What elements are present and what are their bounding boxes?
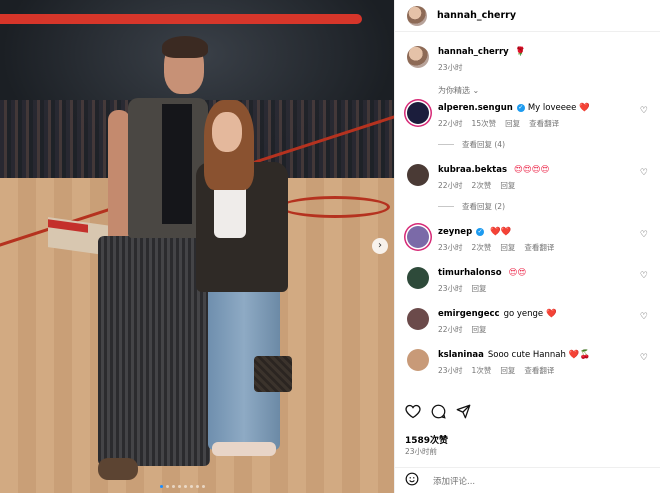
avatar[interactable] [407, 5, 427, 26]
post-header: hannah_cherry [395, 0, 660, 32]
comment-username[interactable]: timurhalonso [438, 268, 502, 278]
avatar[interactable] [407, 349, 429, 371]
post-image[interactable]: › [0, 0, 394, 493]
comment-time: 23小时 [438, 243, 463, 252]
comment-composer: 添加评论... [395, 467, 660, 493]
comment-like-heart-icon[interactable]: ♡ [640, 312, 648, 322]
comment-item: emirgengecc go yenge ❤️ 22小时 回复 ♡ [407, 308, 648, 335]
view-replies-button[interactable]: 查看回复 (2) [438, 201, 648, 212]
carousel-dot[interactable] [184, 485, 187, 488]
comment-emoji: 😍😍😍😍 [514, 165, 550, 175]
comment-translate[interactable]: 查看翻译 [529, 118, 559, 129]
verified-badge-icon: ✓ [516, 104, 525, 112]
carousel-dot[interactable] [190, 485, 193, 488]
comment-emoji: 😍😍 [508, 268, 527, 278]
comment-container: alperen.sengun ✓ My loveeee ❤️ 22小时 15次赞 回复 查看翻… [407, 102, 648, 376]
comment-text: Sooo cute Hannah [487, 350, 566, 360]
comment-like-heart-icon[interactable]: ♡ [640, 168, 648, 178]
emoji-icon[interactable] [405, 472, 423, 490]
avatar[interactable] [407, 46, 429, 68]
carousel-dot[interactable] [160, 485, 163, 488]
carousel-dot[interactable] [202, 485, 205, 488]
view-replies-label: 查看回复 (2) [462, 202, 506, 211]
comment-reply[interactable]: 回复 [500, 365, 515, 376]
action-bar [405, 404, 471, 423]
comment-username[interactable]: kubraa.bektas [438, 165, 507, 175]
comment-text: My loveeee [527, 103, 577, 113]
comment-likes[interactable]: 2次赞 [472, 180, 492, 191]
comment-text: go yenge [503, 309, 544, 319]
carousel-dot[interactable] [172, 485, 175, 488]
comment-translate[interactable]: 查看翻译 [524, 365, 554, 376]
caption-emoji: 🌹 [515, 47, 527, 57]
comment-username[interactable]: alperen.sengun [438, 103, 513, 113]
avatar[interactable] [407, 164, 429, 186]
caption-time: 23小时 [438, 63, 463, 72]
carousel-dot[interactable] [166, 485, 169, 488]
comment-time: 22小时 [438, 181, 463, 190]
heart-icon[interactable] [405, 404, 421, 423]
carousel-dot[interactable] [196, 485, 199, 488]
comment-emoji: ❤️ [546, 309, 557, 319]
sort-selector[interactable]: 为你精选 ⌄ [438, 85, 648, 96]
post-side-panel: hannah_cherry hannah_cherry 🌹 23小时 为你精选 … [394, 0, 660, 493]
comment-username[interactable]: emirgengecc [438, 309, 500, 319]
header-username[interactable]: hannah_cherry [437, 10, 516, 21]
avatar[interactable] [407, 226, 429, 248]
comment-emoji: ❤️ [579, 103, 590, 113]
comment-time: 23小时 [438, 284, 463, 293]
comment-like-heart-icon[interactable]: ♡ [640, 106, 648, 116]
court-logo [280, 196, 390, 218]
verified-badge-icon: ✓ [476, 228, 485, 236]
comment-like-heart-icon[interactable]: ♡ [640, 230, 648, 240]
avatar[interactable] [407, 102, 429, 124]
person-woman [196, 100, 292, 460]
comment-reply[interactable]: 回复 [505, 118, 520, 129]
comment-emoji: ❤️❤️ [490, 227, 512, 237]
chevron-down-icon: ⌄ [472, 86, 480, 95]
comment-likes[interactable]: 2次赞 [472, 242, 492, 253]
avatar[interactable] [407, 267, 429, 289]
comment-username[interactable]: zeynep [438, 227, 472, 237]
like-count[interactable]: 1589次赞 [405, 433, 448, 446]
comment-item: timurhalonso 😍😍 23小时 回复 ♡ [407, 267, 648, 294]
comment-item: kubraa.bektas 😍😍😍😍 22小时 2次赞 回复 ♡ 查看回复 (2) [407, 164, 648, 212]
comment-time: 22小时 [438, 119, 463, 128]
comment-like-heart-icon[interactable]: ♡ [640, 353, 648, 363]
avatar[interactable] [407, 308, 429, 330]
view-replies-label: 查看回复 (4) [462, 140, 506, 149]
share-icon[interactable] [456, 404, 471, 423]
comment-like-heart-icon[interactable]: ♡ [640, 271, 648, 281]
comment-reply[interactable]: 回复 [500, 180, 515, 191]
comments-list: hannah_cherry 🌹 23小时 为你精选 ⌄ alperen.seng… [395, 32, 660, 395]
post-time: 23小时前 [405, 447, 438, 456]
comment-item: zeynep ✓ ❤️❤️ 23小时 2次赞 回复 查看翻译 ♡ [407, 226, 648, 253]
carousel-next-button[interactable]: › [372, 238, 388, 254]
comment-time: 23小时 [438, 366, 463, 375]
comment-likes[interactable]: 15次赞 [472, 118, 497, 129]
comment-username[interactable]: kslaninaa [438, 350, 484, 360]
caption-username[interactable]: hannah_cherry [438, 47, 509, 57]
comment-translate[interactable]: 查看翻译 [524, 242, 554, 253]
comment-reply[interactable]: 回复 [472, 283, 487, 294]
comment-icon[interactable] [431, 404, 446, 423]
carousel-dots [160, 485, 205, 488]
comment-item: alperen.sengun ✓ My loveeee ❤️ 22小时 15次赞 回复 查看翻… [407, 102, 648, 150]
caption: hannah_cherry 🌹 23小时 [407, 46, 648, 73]
comment-reply[interactable]: 回复 [500, 242, 515, 253]
arena-banner [0, 14, 362, 24]
comment-input[interactable]: 添加评论... [433, 475, 475, 487]
carousel-dot[interactable] [178, 485, 181, 488]
comment-reply[interactable]: 回复 [472, 324, 487, 335]
comment-emoji: ❤️🍒 [568, 350, 591, 360]
comment-item: kslaninaa Sooo cute Hannah ❤️🍒 23小时 1次赞 回复 查看翻… [407, 349, 648, 376]
view-replies-button[interactable]: 查看回复 (4) [438, 139, 648, 150]
comment-time: 22小时 [438, 325, 463, 334]
comment-likes[interactable]: 1次赞 [472, 365, 492, 376]
